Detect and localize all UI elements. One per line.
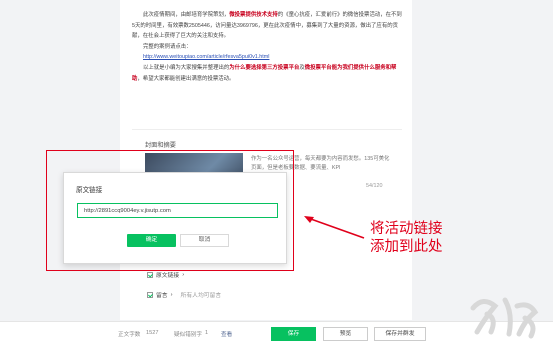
preview-button[interactable]: 预览 (323, 327, 368, 341)
typo-count: 1 (205, 330, 209, 336)
annotation-text: 将活动链接 添加到此处 (370, 221, 443, 255)
section-divider (132, 129, 402, 130)
comment-hint: 所有人均可留言 (180, 293, 222, 299)
typo-label: 疑似错别字 (174, 332, 202, 338)
word-count-label: 正文字数 (118, 332, 141, 338)
view-typos-link[interactable]: 查看 (221, 330, 232, 338)
paragraph-2: 完整的案例请点击： (143, 43, 192, 50)
annotation-arrow-icon (304, 216, 365, 239)
original-link-input[interactable] (77, 203, 278, 218)
paragraph-1: 此次疫情期间，由邮培育学院策划，微投票提供技术支持的《童心抗疫，汇爱前行》的微信… (132, 12, 402, 40)
original-link-dialog: 原文链接 确定 取消 (63, 172, 287, 264)
dialog-title: 原文链接 (76, 187, 103, 194)
paragraph-3: 以上就是小编为大家搜集并整理出的为什么要选择第三方投票平台及微投票平台能为我们提… (132, 64, 397, 82)
save-button[interactable]: 保存 (271, 327, 316, 341)
case-link[interactable]: http://www.weitoupiao.com/article/rfesva… (132, 52, 402, 63)
highlight-text: 微投票提供技术支持 (229, 12, 278, 18)
comment-option[interactable]: 留言 › 所有人均可留言 (147, 290, 221, 299)
original-link-option[interactable]: 原文链接 › (147, 270, 184, 279)
confirm-button[interactable]: 确定 (127, 234, 176, 247)
chevron-right-icon: › (170, 291, 173, 298)
save-and-publish-button[interactable]: 保存并群发 (374, 327, 426, 341)
cover-section-title: 封面和摘要 (145, 142, 176, 149)
summary-char-count: 54/120 (366, 183, 383, 189)
word-count-value: 1527 (146, 330, 159, 336)
original-link-checkbox[interactable] (147, 271, 153, 278)
article-body[interactable]: 此次疫情期间，由邮培育学院策划，微投票提供技术支持的《童心抗疫，汇爱前行》的微信… (132, 10, 402, 84)
comment-checkbox[interactable] (147, 291, 153, 298)
chevron-right-icon: › (182, 271, 185, 278)
watermark-logo-icon (470, 297, 539, 339)
cancel-button[interactable]: 取消 (180, 234, 229, 247)
